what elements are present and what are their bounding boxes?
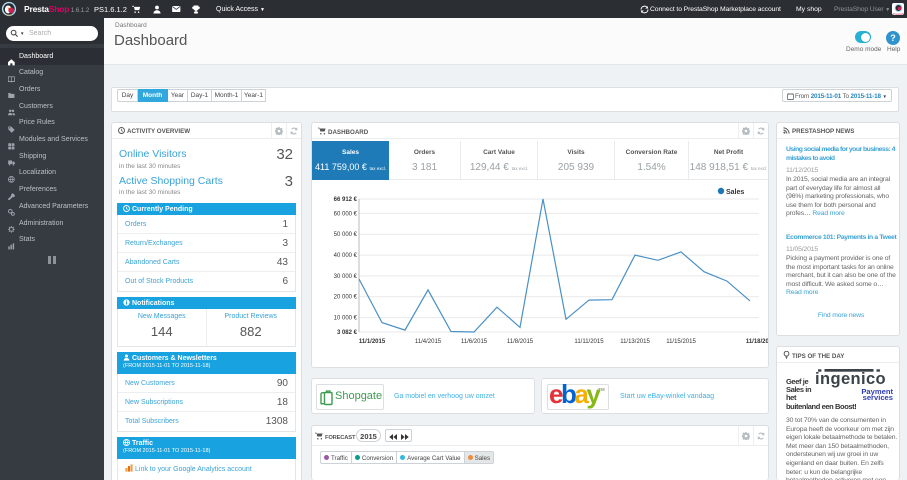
svg-text:66 912 €: 66 912 € xyxy=(334,197,358,203)
svg-text:11/1/2015: 11/1/2015 xyxy=(359,339,386,345)
svg-text:10 000 €: 10 000 € xyxy=(334,316,358,322)
svg-text:50 000 €: 50 000 € xyxy=(334,232,358,238)
svg-text:PrestaShop: PrestaShop xyxy=(893,12,904,15)
svg-text:20 000 €: 20 000 € xyxy=(334,295,358,301)
svg-text:11/15/2015: 11/15/2015 xyxy=(666,339,696,345)
svg-text:3 082 €: 3 082 € xyxy=(337,330,358,336)
svg-text:30 000 €: 30 000 € xyxy=(334,274,358,280)
svg-text:60 000 €: 60 000 € xyxy=(334,211,358,217)
svg-text:11/13/2015: 11/13/2015 xyxy=(620,339,650,345)
svg-text:40 000 €: 40 000 € xyxy=(334,253,358,259)
svg-text:Sales: Sales xyxy=(726,189,744,196)
svg-text:11/11/2015: 11/11/2015 xyxy=(574,339,604,345)
svg-text:11/18/201: 11/18/201 xyxy=(746,339,768,345)
svg-text:11/4/2015: 11/4/2015 xyxy=(415,339,442,345)
svg-text:11/8/2015: 11/8/2015 xyxy=(507,339,534,345)
svg-text:11/6/2015: 11/6/2015 xyxy=(461,339,488,345)
